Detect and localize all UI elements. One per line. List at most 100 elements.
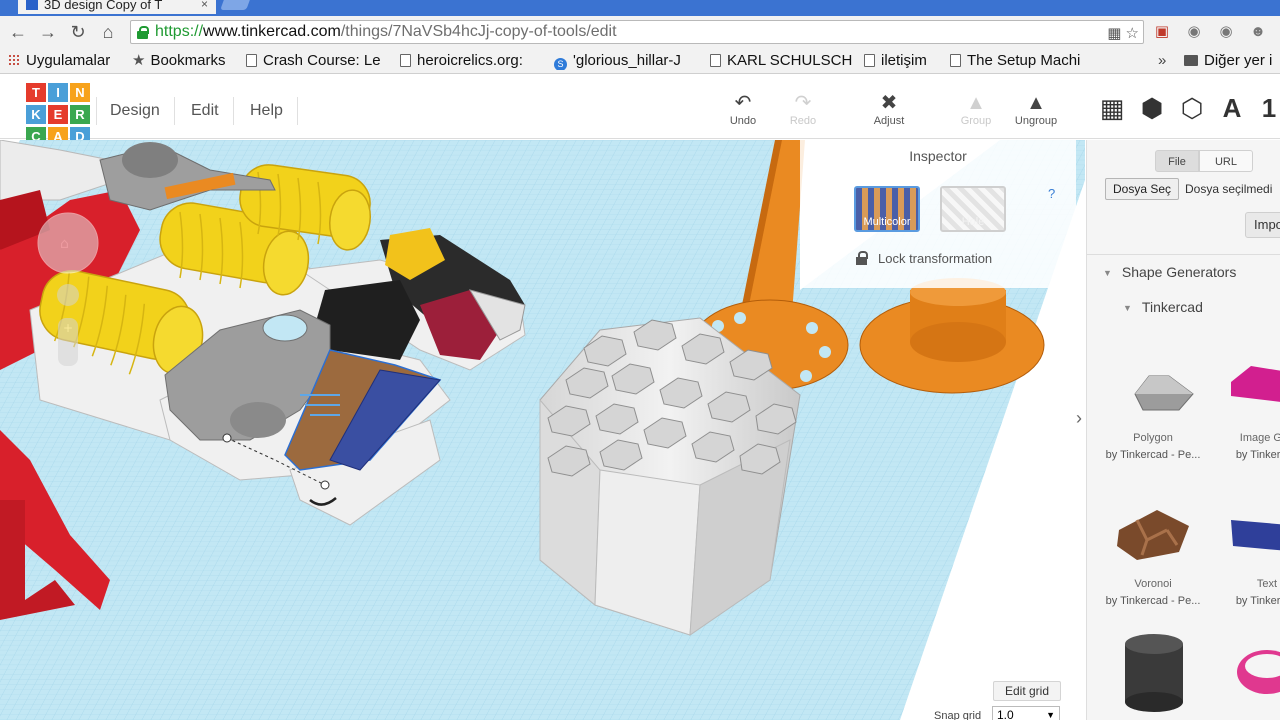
shape-card-image-gen[interactable]: Image Gen by Tinkercad	[1211, 354, 1280, 461]
shape-card-polygon[interactable]: Polygon by Tinkercad - Pe...	[1097, 354, 1209, 461]
bookmark-label: 'glorious_hillar-J	[573, 52, 681, 69]
shape-card-text[interactable]: Text by Tinkercad	[1211, 500, 1280, 607]
tab-close-icon[interactable]: ×	[201, 0, 208, 11]
bookmark-apps[interactable]: Uygulamalar	[8, 52, 110, 70]
bookmark-label: Bookmarks	[150, 52, 226, 69]
menu-divider	[96, 97, 97, 125]
tinkercad-favicon-icon	[26, 0, 38, 10]
other-bookmarks[interactable]: Diğer yer i	[1184, 52, 1280, 70]
number-shape-icon[interactable]: 1	[1257, 93, 1280, 123]
workplane-grid-icon[interactable]: ▦	[1097, 93, 1127, 123]
shape-author: by Tinkercad	[1235, 595, 1280, 607]
group-icon: ▲	[966, 92, 986, 114]
chevron-down-icon: ▼	[1046, 710, 1055, 720]
bookmark-crash-course[interactable]: Crash Course: Le	[246, 52, 386, 70]
bookmark-karl-schulsch[interactable]: KARL SCHULSCH	[710, 52, 852, 70]
ungroup-icon: ▲	[1026, 92, 1046, 114]
group-label: Group	[960, 115, 992, 127]
app-header: T I N K E R C A D Design Edit Help ↶ Und…	[0, 75, 1280, 146]
page-icon	[400, 54, 411, 67]
extension-user-icon[interactable]: ☻	[1248, 22, 1268, 42]
inspector-help-icon[interactable]: ?	[1048, 186, 1055, 201]
shape-generators-header[interactable]: ▼ Shape Generators	[1103, 264, 1236, 280]
page-icon	[950, 54, 961, 67]
adjust-label: Adjust	[873, 115, 905, 127]
solid-box-icon[interactable]: ⬢	[1137, 93, 1167, 123]
shape-author: by Tinkercad - Pe...	[1105, 449, 1201, 461]
tinkercad-subsection-header[interactable]: ▼ Tinkercad	[1123, 299, 1203, 315]
bookmark-label: KARL SCHULSCH	[727, 52, 852, 69]
image-generator-shape-icon	[1211, 354, 1280, 426]
menu-design[interactable]: Design	[110, 102, 160, 120]
extension-filmstrip-icon[interactable]: ▣	[1152, 22, 1172, 42]
choose-file-button[interactable]: Dosya Seç	[1105, 178, 1179, 200]
adjust-icon: ✖	[880, 92, 898, 114]
ungroup-button[interactable]: ▲ Ungroup	[1008, 91, 1064, 127]
extension-screenshot-icon[interactable]: ◉	[1216, 22, 1236, 42]
other-bookmarks-label: Diğer yer i	[1204, 52, 1273, 69]
home-icon[interactable]: ⌂	[96, 20, 120, 44]
bookmark-heroicrelics[interactable]: heroicrelics.org:	[400, 52, 540, 70]
forward-arrow-icon[interactable]: →	[36, 20, 60, 44]
bookmark-star-icon[interactable]: ☆	[1126, 25, 1139, 42]
bookmark-iletisim[interactable]: iletişim	[864, 52, 927, 70]
no-file-chosen-text: Dosya seçilmedi	[1185, 182, 1273, 196]
reload-icon[interactable]: ↻	[66, 20, 90, 44]
svg-text:⌂: ⌂	[60, 236, 69, 252]
bookmarks-overflow-button[interactable]: »	[1158, 52, 1166, 70]
menu-help[interactable]: Help	[250, 102, 283, 120]
logo-letter: T	[26, 83, 46, 102]
shape-author: by Tinkercad - Pe...	[1105, 595, 1201, 607]
ring-shape-icon	[1211, 632, 1280, 704]
new-tab-button[interactable]	[220, 0, 250, 10]
page-icon	[246, 54, 257, 67]
bookmark-bookmarks[interactable]: ★ Bookmarks	[132, 52, 225, 70]
url-path: /things/7NaVSb4hcJj-copy-of-tools/edit	[340, 23, 617, 40]
shape-card-voronoi[interactable]: Voronoi by Tinkercad - Pe...	[1097, 500, 1209, 607]
bookmark-glorious-hillar[interactable]: S 'glorious_hillar-J	[554, 52, 696, 70]
text-shape-icon[interactable]: A	[1217, 93, 1247, 123]
adjust-button[interactable]: ✖ Adjust	[861, 91, 917, 127]
redo-button[interactable]: ↷ Redo	[775, 91, 831, 127]
bookmark-label: iletişim	[881, 52, 927, 69]
polygon-shape-icon	[1097, 354, 1209, 426]
address-bar[interactable]: https://www.tinkercad.com/things/7NaVSb4…	[130, 20, 1144, 44]
menu-edit[interactable]: Edit	[191, 102, 219, 120]
secure-lock-icon	[137, 26, 149, 39]
extension-camera-icon[interactable]: ◉	[1184, 22, 1204, 42]
multicolor-swatch[interactable]: Multicolor	[854, 186, 920, 232]
star-icon: ★	[132, 52, 146, 69]
import-url-tab[interactable]: URL	[1199, 150, 1253, 172]
edit-grid-button[interactable]: Edit grid	[993, 681, 1061, 701]
browser-tab[interactable]: 3D design Copy of T ×	[18, 0, 216, 14]
logo-letter: E	[48, 105, 68, 124]
lock-transformation-toggle[interactable]: Lock transformation	[856, 251, 992, 266]
undo-icon: ↶	[734, 92, 752, 114]
shape-card-cylinder[interactable]	[1097, 632, 1209, 712]
translate-icon[interactable]: ▦	[1107, 25, 1121, 42]
tinkercad-subsection-title: Tinkercad	[1141, 299, 1203, 315]
redo-icon: ↷	[794, 92, 812, 114]
lock-transformation-label: Lock transformation	[878, 251, 993, 266]
logo-letter: N	[70, 83, 90, 102]
snap-grid-select[interactable]: 1.0 ▼	[992, 706, 1060, 720]
hole-swatch[interactable]: Hole	[940, 186, 1006, 232]
bookmark-setup-machine[interactable]: The Setup Machi	[950, 52, 1096, 70]
undo-button[interactable]: ↶ Undo	[715, 91, 771, 127]
wireframe-box-icon[interactable]: ⬡	[1177, 93, 1207, 123]
group-button[interactable]: ▲ Group	[948, 91, 1004, 127]
bookmark-label: Uygulamalar	[26, 52, 111, 69]
url-scheme: https://	[155, 23, 204, 40]
logo-letter: K	[26, 105, 46, 124]
collapse-triangle-icon: ▼	[1123, 303, 1132, 313]
shape-name: Voronoi	[1134, 578, 1172, 590]
import-file-tab[interactable]: File	[1155, 150, 1199, 172]
s-icon: S	[554, 58, 567, 70]
back-arrow-icon[interactable]: ←	[6, 20, 30, 44]
tab-title: 3D design Copy of T	[44, 0, 163, 12]
import-button[interactable]: Impo	[1245, 212, 1280, 238]
tinkercad-logo[interactable]: T I N K E R C A D	[26, 83, 90, 147]
menu-divider	[233, 97, 234, 125]
shape-card-ring[interactable]	[1211, 632, 1280, 704]
logo-letter: R	[70, 105, 90, 124]
